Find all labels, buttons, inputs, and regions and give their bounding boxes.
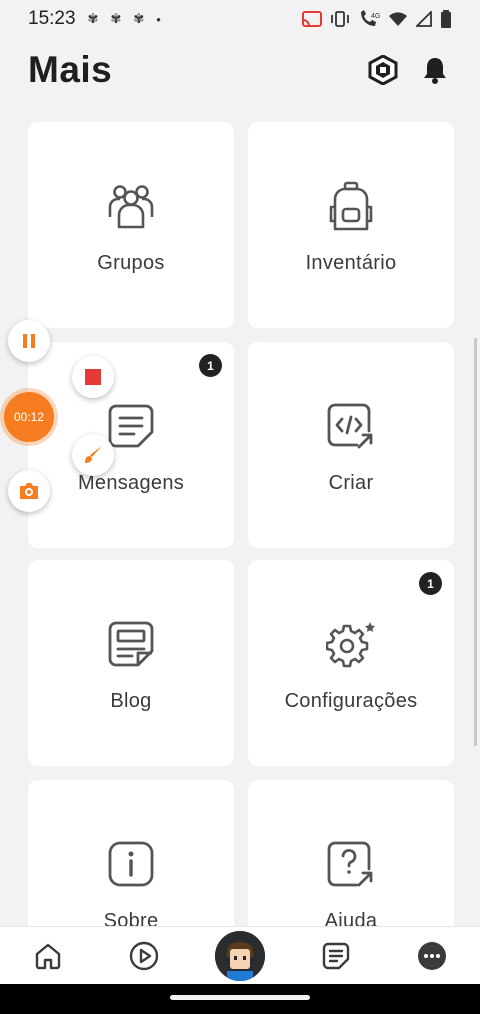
- tile-messages[interactable]: Mensagens 1: [28, 342, 234, 548]
- groups-icon: [105, 180, 157, 232]
- vibrate-icon: [331, 11, 349, 27]
- play-icon[interactable]: [119, 931, 169, 981]
- settings-icon: [325, 618, 377, 670]
- bottom-nav: [0, 926, 480, 984]
- notification-badge: 1: [199, 354, 222, 377]
- avatar: [215, 930, 265, 981]
- tile-blog[interactable]: Blog: [28, 560, 234, 766]
- pause-icon[interactable]: [8, 320, 50, 362]
- fan-icon: ✾: [87, 11, 99, 26]
- tile-inventory[interactable]: Inventário: [248, 122, 454, 328]
- chat-icon[interactable]: [311, 931, 361, 981]
- help-icon: [325, 838, 377, 890]
- info-icon: [105, 838, 157, 890]
- notification-badge: 1: [419, 572, 442, 595]
- status-left: 15:23 ✾ ✾ ✾ •: [28, 8, 161, 30]
- dot-icon: •: [156, 11, 161, 27]
- tile-label: Blog: [110, 690, 152, 712]
- camera-icon[interactable]: [8, 470, 50, 512]
- status-bar: 15:23 ✾ ✾ ✾ • 4G: [0, 0, 480, 38]
- signal-icon: [416, 11, 432, 27]
- status-right: 4G: [302, 10, 452, 28]
- tile-groups[interactable]: Grupos: [28, 122, 234, 328]
- home-icon[interactable]: [23, 931, 73, 981]
- messages-icon: [105, 400, 157, 452]
- robux-icon[interactable]: [366, 53, 400, 87]
- tile-create[interactable]: Criar: [248, 342, 454, 548]
- page-title: Mais: [28, 49, 113, 90]
- page-header: Mais: [28, 44, 452, 96]
- fan-icon: ✾: [133, 11, 145, 26]
- home-gesture-pill[interactable]: [170, 995, 310, 1000]
- more-icon[interactable]: [407, 931, 457, 981]
- status-time: 15:23: [28, 8, 76, 29]
- wifi-call-icon: 4G: [361, 10, 380, 26]
- scrollbar[interactable]: [474, 338, 477, 746]
- battery-icon: [441, 10, 451, 28]
- backpack-icon: [325, 180, 377, 232]
- bell-icon[interactable]: [418, 53, 452, 87]
- gesture-bar: [0, 984, 480, 1014]
- tile-label: Criar: [328, 472, 374, 494]
- avatar-button[interactable]: [215, 930, 265, 981]
- brush-icon[interactable]: [72, 434, 114, 476]
- tile-label: Configurações: [284, 690, 418, 712]
- wifi-icon: [389, 12, 407, 26]
- create-icon: [325, 400, 377, 452]
- blog-icon: [105, 618, 157, 670]
- fan-icon: ✾: [110, 11, 122, 26]
- cast-icon: [302, 11, 322, 27]
- tile-settings[interactable]: Configurações 1: [248, 560, 454, 766]
- tile-label: Grupos: [97, 252, 165, 274]
- recording-timer[interactable]: 00:12: [4, 392, 54, 442]
- header-icons: [366, 53, 452, 87]
- stop-icon[interactable]: [72, 356, 114, 398]
- network-label: 4G: [371, 13, 380, 20]
- tile-label: Inventário: [305, 252, 397, 274]
